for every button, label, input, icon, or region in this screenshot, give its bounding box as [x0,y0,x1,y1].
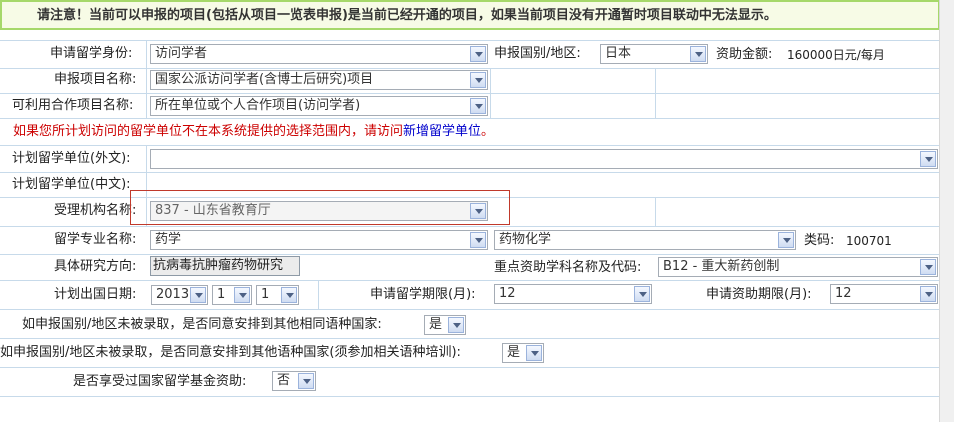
research-label: 具体研究方向: [54,259,137,274]
chevron-down-icon [470,203,486,219]
research-input[interactable]: 抗病毒抗肿瘤药物研究 [150,256,300,276]
chevron-down-icon [470,98,486,114]
identity-label: 申请留学身份: [50,46,133,61]
unit-foreign-select[interactable] [150,149,938,169]
chevron-down-icon [778,232,794,248]
q2-label: 如申报国别/地区未被录取，是否同意安排到其他语种国家(须参加相关语种培训): [0,345,461,360]
chevron-down-icon [281,287,297,303]
major-label: 留学专业名称: [54,232,137,247]
major-value: 药学 [155,232,182,247]
q2-value: 是 [507,345,521,360]
day-value: 1 [261,287,270,302]
add-unit-link[interactable]: 新增留学单位 [403,124,481,139]
funding-label: 资助金额: [716,47,773,62]
vertical-scrollbar[interactable] [939,0,954,422]
row-divider [0,226,942,227]
key-discipline-select[interactable]: B12 - 重大新药创制 [658,257,938,277]
col-divider [655,68,656,118]
chevron-down-icon [448,317,464,333]
country-select[interactable]: 日本 [600,44,708,64]
project-value: 国家公派访问学者(含博士后研究)项目 [155,72,374,87]
chevron-down-icon [470,72,486,88]
q1-select[interactable]: 是 [424,315,466,335]
coop-label: 可利用合作项目名称: [12,98,134,113]
row-divider [0,280,942,281]
chevron-down-icon [690,46,706,62]
chevron-down-icon [470,232,486,248]
row-divider [0,309,942,310]
row-divider [0,367,942,368]
sub-major-select[interactable]: 药物化学 [494,230,796,250]
q2-select[interactable]: 是 [502,343,544,363]
sub-major-value: 药物化学 [499,232,552,247]
key-discipline-value: B12 - 重大新药创制 [663,259,780,274]
q1-label: 如申报国别/地区未被录取，是否同意安排到其他相同语种国家: [22,317,382,332]
chevron-down-icon [190,287,206,303]
chevron-down-icon [298,373,314,389]
date-label: 计划出国日期: [54,287,137,302]
col-divider [318,280,319,309]
row-divider [0,338,942,339]
warning-text: 如果您所计划访问的留学单位不在本系统提供的选择范围内，请访问新增留学单位。 [13,122,494,142]
month-select[interactable]: 1 [212,285,252,305]
agency-label: 受理机构名称: [54,203,137,218]
chevron-down-icon [920,259,936,275]
project-label: 申报项目名称: [54,72,137,87]
agency-value: 837 - 山东省教育厅 [155,203,271,218]
chevron-down-icon [920,151,936,167]
chevron-down-icon [234,287,250,303]
project-select[interactable]: 国家公派访问学者(含博士后研究)项目 [150,70,488,90]
q3-value: 否 [277,373,291,388]
year-select[interactable]: 2013 [151,285,208,305]
agency-select[interactable]: 837 - 山东省教育厅 [150,201,488,221]
coop-select[interactable]: 所在单位或个人合作项目(访问学者) [150,96,488,116]
row-divider [0,118,942,119]
chevron-down-icon [470,46,486,62]
q3-label: 是否享受过国家留学基金资助: [73,374,247,389]
row-divider [0,68,942,69]
row-divider [0,396,942,397]
code-label: 类码: [804,233,835,248]
key-discipline-label: 重点资助学科名称及代码: [494,260,642,275]
unit-foreign-label: 计划留学单位(外文): [12,151,131,166]
day-select[interactable]: 1 [256,285,299,305]
chevron-down-icon [920,286,936,302]
coop-value: 所在单位或个人合作项目(访问学者) [155,98,361,113]
row-divider [0,145,942,146]
col-divider [490,68,491,118]
unit-cn-label: 计划留学单位(中文): [12,177,131,192]
row-divider [0,254,942,255]
period-label: 申请留学期限(月): [370,287,476,302]
code-value: 100701 [846,234,892,248]
q3-select[interactable]: 否 [272,371,316,391]
fund-period-select[interactable]: 12 [830,284,938,304]
chevron-down-icon [634,286,650,302]
identity-select[interactable]: 访问学者 [150,44,488,64]
notice-banner: 请注意！当前可以申报的项目(包括从项目一览表申报)是当前已经开通的项目，如果当前… [0,0,940,30]
q1-value: 是 [429,317,443,332]
fund-period-label: 申请资助期限(月): [706,287,812,302]
row-divider [0,93,942,94]
identity-value: 访问学者 [155,46,208,61]
warning-end: 。 [481,124,495,139]
month-value: 1 [217,287,226,302]
col-divider [655,197,656,226]
chevron-down-icon [526,345,542,361]
year-value: 2013 [156,287,190,302]
period-value: 12 [499,286,516,301]
row-divider [0,40,942,41]
row-divider [0,172,942,173]
fund-period-value: 12 [835,286,852,301]
warning-message: 如果您所计划访问的留学单位不在本系统提供的选择范围内，请访问 [13,124,404,139]
period-select[interactable]: 12 [494,284,652,304]
country-value: 日本 [605,46,632,61]
major-select[interactable]: 药学 [150,230,488,250]
funding-value: 160000日元/每月 [787,48,885,62]
col-divider [146,40,147,118]
country-label: 申报国别/地区: [494,46,581,61]
